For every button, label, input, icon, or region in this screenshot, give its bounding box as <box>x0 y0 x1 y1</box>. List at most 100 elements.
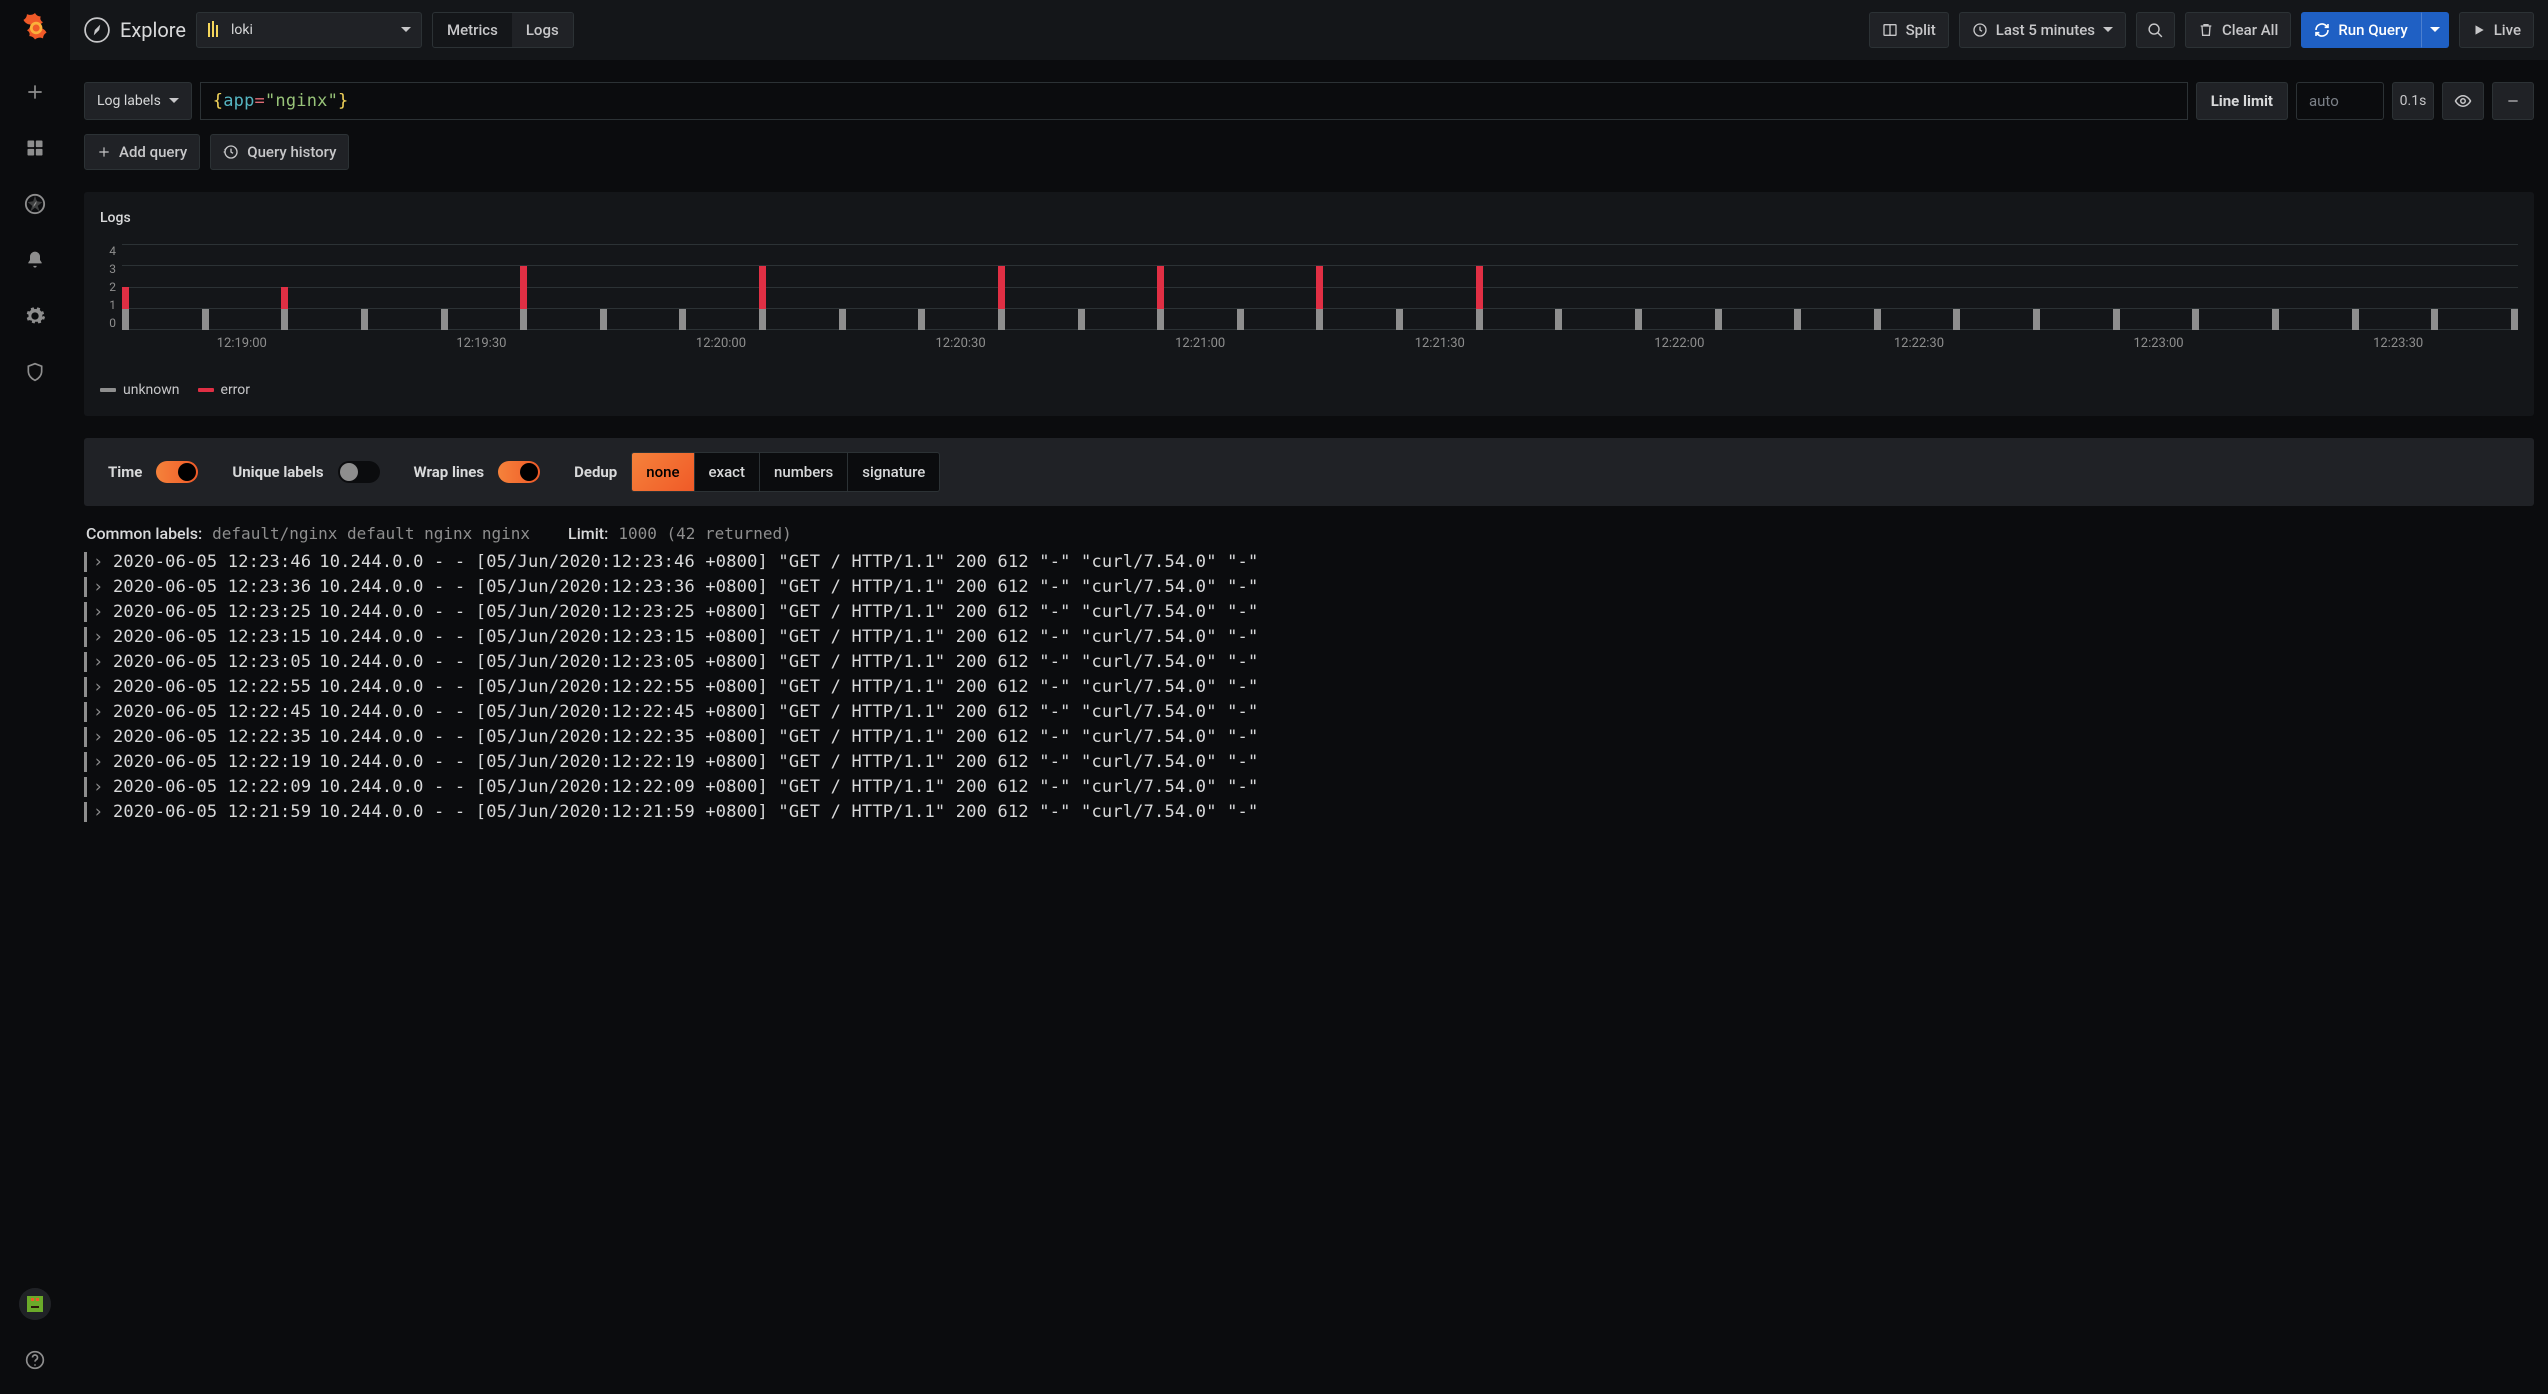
log-labels-text: Log labels <box>97 93 161 109</box>
log-row[interactable]: ›2020-06-05 12:22:0910.244.0.0 - - [05/J… <box>84 774 2534 799</box>
chart-area[interactable]: 12:19:0012:19:3012:20:0012:20:3012:21:00… <box>122 244 2518 354</box>
histogram-bar[interactable] <box>1715 309 1722 331</box>
logs-panel: Logs 43210 12:19:0012:19:3012:20:0012:20… <box>84 192 2534 416</box>
log-timestamp: 2020-06-05 12:22:19 <box>113 752 311 772</box>
chevron-right-icon: › <box>93 602 107 622</box>
log-row[interactable]: ›2020-06-05 12:23:2510.244.0.0 - - [05/J… <box>84 599 2534 624</box>
mode-metrics[interactable]: Metrics <box>433 13 512 47</box>
histogram-bar[interactable] <box>441 309 448 331</box>
dedup-options[interactable]: noneexactnumberssignature <box>631 452 940 492</box>
histogram-bar[interactable] <box>281 287 288 330</box>
chevron-down-icon <box>169 96 179 106</box>
histogram-bar[interactable] <box>361 309 368 331</box>
mode-logs[interactable]: Logs <box>512 13 573 47</box>
log-row[interactable]: ›2020-06-05 12:23:4610.244.0.0 - - [05/J… <box>84 549 2534 574</box>
log-row[interactable]: ›2020-06-05 12:22:4510.244.0.0 - - [05/J… <box>84 699 2534 724</box>
help-icon[interactable] <box>15 1340 55 1380</box>
log-level-bar <box>84 802 87 822</box>
minus-icon <box>2506 94 2520 108</box>
zoom-icon <box>2147 22 2164 39</box>
histogram-bar[interactable] <box>1874 309 1881 331</box>
grafana-logo-icon[interactable] <box>19 12 51 44</box>
log-level-bar <box>84 627 87 647</box>
user-avatar[interactable] <box>19 1288 51 1320</box>
line-limit-input[interactable]: auto <box>2296 82 2384 120</box>
zoom-out-button[interactable] <box>2136 12 2175 48</box>
histogram-bar[interactable] <box>2511 309 2518 331</box>
histogram-bar[interactable] <box>2272 309 2279 331</box>
histogram-bar[interactable] <box>918 309 925 331</box>
add-icon[interactable] <box>15 72 55 112</box>
configuration-icon[interactable] <box>15 296 55 336</box>
histogram-bar[interactable] <box>1078 309 1085 331</box>
histogram-bar[interactable] <box>2033 309 2040 331</box>
log-row[interactable]: ›2020-06-05 12:22:1910.244.0.0 - - [05/J… <box>84 749 2534 774</box>
dashboards-icon[interactable] <box>15 128 55 168</box>
dedup-none[interactable]: none <box>632 453 694 491</box>
legend-error[interactable]: error <box>198 382 251 398</box>
log-row[interactable]: ›2020-06-05 12:23:0510.244.0.0 - - [05/J… <box>84 649 2534 674</box>
histogram-bar[interactable] <box>1396 309 1403 331</box>
histogram-bar[interactable] <box>998 266 1005 331</box>
query-input[interactable]: { app = " nginx " } <box>200 82 2188 120</box>
live-button[interactable]: Live <box>2459 12 2534 48</box>
log-level-bar <box>84 577 87 597</box>
log-level-bar <box>84 702 87 722</box>
dedup-numbers[interactable]: numbers <box>760 453 848 491</box>
histogram-bar[interactable] <box>1635 309 1642 331</box>
log-row[interactable]: ›2020-06-05 12:22:3510.244.0.0 - - [05/J… <box>84 724 2534 749</box>
chevron-down-icon <box>401 25 411 35</box>
query-timing: 0.1s <box>2392 82 2434 120</box>
clear-all-button[interactable]: Clear All <box>2185 12 2291 48</box>
histogram-bar[interactable] <box>1476 266 1483 331</box>
log-labels-button[interactable]: Log labels <box>84 82 192 120</box>
histogram-bar[interactable] <box>759 266 766 331</box>
run-query-button[interactable]: Run Query <box>2301 12 2420 48</box>
log-timestamp: 2020-06-05 12:22:55 <box>113 677 311 697</box>
log-row[interactable]: ›2020-06-05 12:23:1510.244.0.0 - - [05/J… <box>84 624 2534 649</box>
unique-labels-toggle[interactable] <box>338 461 380 483</box>
histogram-bar[interactable] <box>520 266 527 331</box>
page-content: Log labels { app = " nginx " } Line limi… <box>70 60 2548 1394</box>
histogram-bar[interactable] <box>600 309 607 331</box>
histogram-bar[interactable] <box>1555 309 1562 331</box>
dedup-signature[interactable]: signature <box>848 453 939 491</box>
time-range-label: Last 5 minutes <box>1996 21 2095 39</box>
histogram-bar[interactable] <box>1794 309 1801 331</box>
histogram-bar[interactable] <box>839 309 846 331</box>
histogram-bar[interactable] <box>2113 309 2120 331</box>
histogram-bar[interactable] <box>1316 266 1323 331</box>
log-row[interactable]: ›2020-06-05 12:22:5510.244.0.0 - - [05/J… <box>84 674 2534 699</box>
remove-query-button[interactable] <box>2492 82 2534 120</box>
log-row[interactable]: ›2020-06-05 12:21:5910.244.0.0 - - [05/J… <box>84 799 2534 824</box>
histogram-bar[interactable] <box>679 309 686 331</box>
log-row[interactable]: ›2020-06-05 12:23:3610.244.0.0 - - [05/J… <box>84 574 2534 599</box>
split-button[interactable]: Split <box>1869 12 1949 48</box>
disable-query-button[interactable] <box>2442 82 2484 120</box>
wrap-lines-toggle[interactable] <box>498 461 540 483</box>
query-history-label: Query history <box>247 143 336 161</box>
histogram-bar[interactable] <box>122 287 129 330</box>
log-options: Time Unique labels Wrap lines Dedup none… <box>84 438 2534 506</box>
query-history-button[interactable]: Query history <box>210 134 349 170</box>
histogram-bar[interactable] <box>1953 309 1960 331</box>
add-query-button[interactable]: Add query <box>84 134 200 170</box>
time-toggle[interactable] <box>156 461 198 483</box>
time-range-picker[interactable]: Last 5 minutes <box>1959 12 2126 48</box>
legend-unknown[interactable]: unknown <box>100 382 180 398</box>
histogram-bar[interactable] <box>2192 309 2199 331</box>
histogram-bar[interactable] <box>1157 266 1164 331</box>
query-actions: Add query Query history <box>70 134 2548 170</box>
run-query-dropdown[interactable] <box>2421 12 2449 48</box>
histogram-bar[interactable] <box>2431 309 2438 331</box>
datasource-picker[interactable]: loki <box>196 12 422 48</box>
query-mode-switch[interactable]: Metrics Logs <box>432 12 574 48</box>
chart-xaxis: 12:19:0012:19:3012:20:0012:20:3012:21:00… <box>122 336 2518 351</box>
alerting-icon[interactable] <box>15 240 55 280</box>
shield-icon[interactable] <box>15 352 55 392</box>
histogram-bar[interactable] <box>1237 309 1244 331</box>
dedup-exact[interactable]: exact <box>695 453 761 491</box>
histogram-bar[interactable] <box>202 309 209 331</box>
explore-icon[interactable] <box>15 184 55 224</box>
histogram-bar[interactable] <box>2352 309 2359 331</box>
